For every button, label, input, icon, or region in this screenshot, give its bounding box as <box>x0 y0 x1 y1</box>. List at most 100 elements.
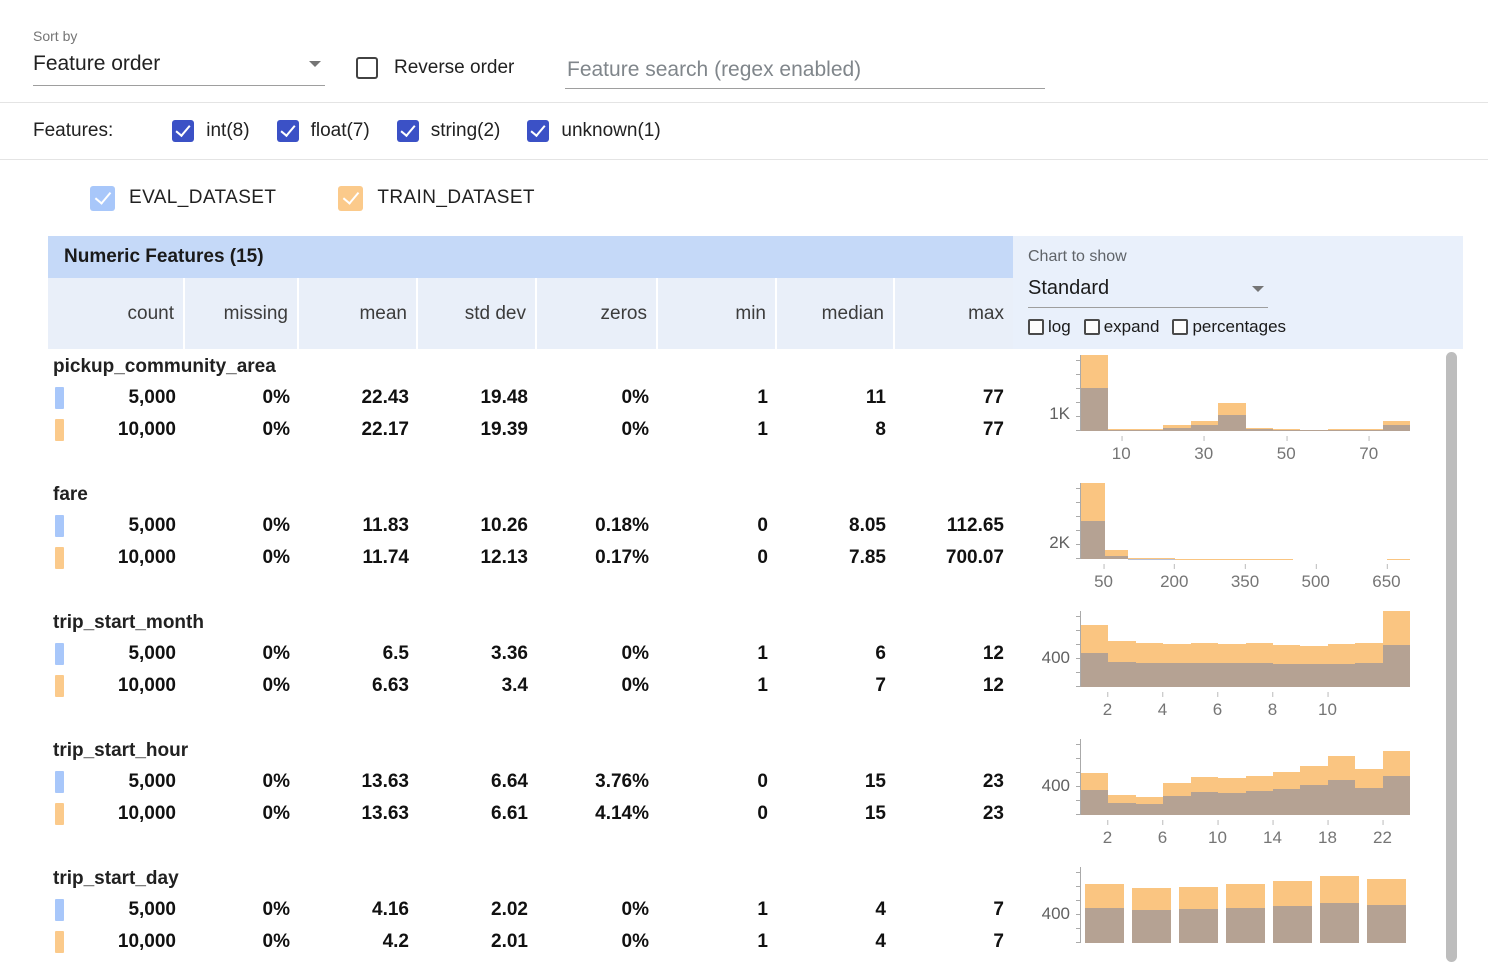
eval-legend-swatch <box>55 515 64 537</box>
stat-value: 2.02 <box>491 899 528 920</box>
x-axis-tick-label: 10 <box>1208 828 1227 848</box>
eval-bar <box>1081 653 1108 687</box>
chart-option-expand[interactable]: expand <box>1084 317 1160 337</box>
reverse-order-toggle[interactable]: Reverse order <box>356 57 514 79</box>
checkbox-checked-icon[interactable] <box>172 120 194 142</box>
train-legend-swatch <box>55 675 64 697</box>
stat-cell-max: 7 <box>895 926 1013 958</box>
eval-bar <box>1328 430 1355 431</box>
stat-value: 0% <box>622 899 649 920</box>
stat-value: 22.43 <box>361 387 409 408</box>
x-axis: 50200350500650 <box>1080 572 1410 592</box>
feature-type-filters: int(8) float(7) string(2) unknown(1) <box>172 120 687 142</box>
stat-cell-median: 6 <box>777 638 895 670</box>
stat-value: 3.36 <box>491 643 528 664</box>
dataset-toggle-eval-dataset[interactable]: EVAL_DATASET <box>90 186 276 211</box>
x-axis: 10305070 <box>1080 444 1410 464</box>
eval-bar <box>1226 908 1265 943</box>
stat-cell-max: 7 <box>895 894 1013 926</box>
histogram-bin <box>1387 483 1411 559</box>
histogram-bin <box>1081 483 1105 559</box>
stat-value: 0.17% <box>595 547 649 568</box>
numeric-features-title-text: Numeric Features (15) <box>64 246 264 268</box>
checkbox-checked-icon[interactable] <box>397 120 419 142</box>
checkbox-unchecked-icon[interactable] <box>1172 319 1188 335</box>
x-axis: 246810 <box>1080 700 1410 720</box>
eval-legend-swatch <box>55 643 64 665</box>
stat-cell-missing: 0% <box>185 510 299 542</box>
histogram-bin <box>1152 483 1176 559</box>
x-axis-tick-label: 200 <box>1160 572 1188 592</box>
stat-cell-missing: 0% <box>185 798 299 830</box>
chart-option-percentages[interactable]: percentages <box>1172 317 1286 337</box>
histogram-bin <box>1081 355 1108 431</box>
stat-cell-mean: 6.63 <box>299 670 418 702</box>
stat-value: 3.4 <box>502 675 528 696</box>
histogram-bin <box>1226 867 1265 943</box>
stat-cell-count: 10,000 <box>48 414 185 446</box>
eval-bar <box>1300 430 1327 431</box>
stat-cell-count: 10,000 <box>48 542 185 574</box>
stat-cell-count: 5,000 <box>48 894 185 926</box>
stat-cell-missing: 0% <box>185 414 299 446</box>
stat-cell-min: 1 <box>658 414 777 446</box>
x-axis-tick-label: 30 <box>1194 444 1213 464</box>
reverse-order-checkbox[interactable] <box>356 57 378 79</box>
y-axis-label: 1K <box>1049 404 1070 424</box>
chart-type-select[interactable]: Standard <box>1028 266 1268 308</box>
eval-bar <box>1355 430 1382 431</box>
eval-bar <box>1355 788 1382 816</box>
checkbox-checked-icon[interactable] <box>90 186 115 211</box>
dataset-toggle-train-dataset[interactable]: TRAIN_DATASET <box>338 186 535 211</box>
stat-value: 4 <box>875 931 886 952</box>
eval-bar <box>1218 793 1245 815</box>
checkbox-checked-icon[interactable] <box>338 186 363 211</box>
y-axis-label: 400 <box>1042 648 1070 668</box>
stat-value: 11.74 <box>363 547 410 568</box>
histogram-plot <box>1080 483 1410 559</box>
histogram-bin <box>1105 483 1129 559</box>
histogram-pickup-community-area: 1K10305070 <box>1013 349 1463 477</box>
feature-type-filter-float-7-[interactable]: float(7) <box>277 120 370 142</box>
x-axis-tick-label: 10 <box>1112 444 1131 464</box>
feature-type-filter-string-2-[interactable]: string(2) <box>397 120 501 142</box>
vertical-scrollbar[interactable] <box>1446 352 1457 962</box>
eval-stats-row: 5,0000%4.162.020%147 <box>48 894 1013 926</box>
stat-cell-mean: 4.16 <box>299 894 418 926</box>
checkbox-unchecked-icon[interactable] <box>1028 319 1044 335</box>
y-axis-label: 400 <box>1042 904 1070 924</box>
train-stats-row: 10,0000%13.636.614.14%01523 <box>48 798 1013 830</box>
histogram-plot <box>1080 355 1410 431</box>
train-stats-row: 10,0000%6.633.40%1712 <box>48 670 1013 702</box>
feature-search-input[interactable] <box>565 52 1045 89</box>
feature-type-filter-unknown-1-[interactable]: unknown(1) <box>527 120 660 142</box>
train-legend-swatch <box>55 803 64 825</box>
eval-bar <box>1328 780 1355 815</box>
histogram-bin <box>1175 483 1199 559</box>
histogram-bin <box>1300 739 1327 815</box>
checkbox-checked-icon[interactable] <box>527 120 549 142</box>
stat-value: 5,000 <box>128 387 176 408</box>
stat-cell-max: 77 <box>895 382 1013 414</box>
eval-bar <box>1383 776 1410 815</box>
stat-cell-min: 0 <box>658 510 777 542</box>
feature-type-filter-int-8-[interactable]: int(8) <box>172 120 249 142</box>
stat-value: 22.17 <box>361 419 409 440</box>
x-axis-tick-label: 50 <box>1277 444 1296 464</box>
checkbox-unchecked-icon[interactable] <box>1084 319 1100 335</box>
histogram-bin <box>1108 355 1135 431</box>
chart-option-label: log <box>1048 317 1071 337</box>
train-legend-swatch <box>55 547 64 569</box>
eval-bar <box>1273 906 1312 943</box>
x-axis <box>1080 956 1410 968</box>
stat-cell-min: 1 <box>658 670 777 702</box>
stat-value: 1 <box>757 387 768 408</box>
sort-by-select[interactable]: Feature order <box>33 50 325 86</box>
dataset-toggle-bar: EVAL_DATASET TRAIN_DATASET <box>0 160 1488 236</box>
checkbox-checked-icon[interactable] <box>277 120 299 142</box>
stat-value: 1 <box>757 931 768 952</box>
stat-cell-missing: 0% <box>185 766 299 798</box>
chart-option-log[interactable]: log <box>1028 317 1071 337</box>
stat-value: 6 <box>875 643 886 664</box>
stat-value: 0% <box>622 643 649 664</box>
